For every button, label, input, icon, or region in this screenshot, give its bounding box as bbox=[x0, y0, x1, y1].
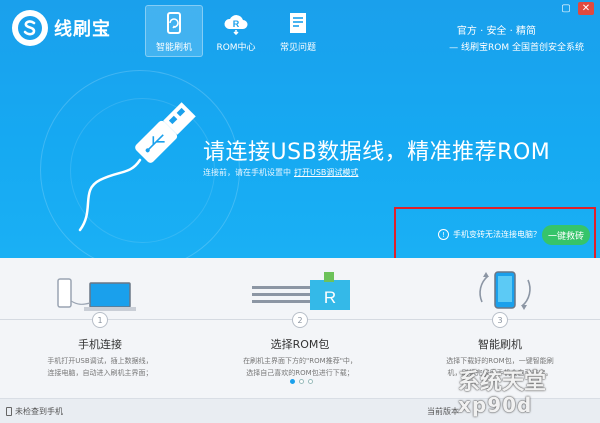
app-name: 线刷宝 bbox=[54, 19, 111, 40]
pagination-dot[interactable] bbox=[290, 379, 295, 384]
phone-laptop-icon bbox=[57, 278, 136, 311]
bricked-phone-help-link[interactable]: ! 手机变砖无法连接电脑？ bbox=[438, 229, 541, 240]
phone-icon bbox=[6, 407, 12, 416]
rom-package-icon: R bbox=[252, 272, 350, 310]
device-status: 未检查到手机 bbox=[6, 406, 63, 417]
pagination-dot[interactable] bbox=[308, 379, 313, 384]
phone-refresh-icon bbox=[479, 271, 531, 310]
official-link[interactable]: 官方 bbox=[457, 26, 477, 37]
step-title: 选择ROM包 bbox=[270, 338, 330, 351]
step-desc-line: 选择下载好的ROM包，一键智能刷 bbox=[446, 357, 554, 365]
hero-headline: 请连接USB数据线，精准推荐ROM bbox=[203, 140, 551, 165]
step-desc-line: 连接电脑，自动进入刷机主界面； bbox=[47, 369, 153, 377]
minimize-button[interactable]: ▢ bbox=[558, 2, 574, 15]
watermark-text: 系统天堂 bbox=[458, 370, 547, 395]
step-title: 手机连接 bbox=[78, 338, 122, 351]
slogan: — 线刷宝ROM 全国首创安全系统 bbox=[449, 43, 584, 53]
faq-document-icon bbox=[285, 10, 311, 36]
tab-label: ROM中心 bbox=[216, 42, 256, 53]
main-nav: 智能刷机 R ROM中心 常见问题 bbox=[145, 5, 327, 57]
top-links: 官方 · 安全 · 精简 bbox=[457, 22, 536, 37]
separator: · bbox=[480, 26, 484, 37]
tab-label: 常见问题 bbox=[279, 42, 316, 53]
tab-smart-flash[interactable]: 智能刷机 bbox=[145, 5, 203, 57]
info-icon: ! bbox=[438, 229, 449, 240]
version-label: 当前版本 bbox=[427, 407, 459, 416]
watermark-text: xp90d bbox=[458, 393, 533, 417]
pagination-dot[interactable] bbox=[299, 379, 304, 384]
smart-flash-icon bbox=[161, 10, 187, 36]
separator: · bbox=[509, 26, 513, 37]
carousel-pagination bbox=[290, 379, 313, 384]
step-desc-line: 手机打开USB调试，插上数据线， bbox=[47, 357, 153, 365]
hero-subline: 连接前，请在手机设置中 打开USB调试模式 bbox=[203, 167, 358, 178]
security-link[interactable]: 安全 bbox=[486, 26, 506, 37]
step-choose-rom: R 2 选择ROM包 在刷机主界面下方的"ROM推荐"中， 选择自己喜欢的ROM… bbox=[200, 258, 400, 398]
one-click-rescue-button[interactable]: 一键救砖 bbox=[542, 225, 590, 245]
watermark-logo: 系统天堂 xp90d bbox=[458, 372, 598, 420]
close-button[interactable]: ✕ bbox=[578, 2, 594, 15]
step-desc: 在刷机主界面下方的"ROM推荐"中， 选择自己喜欢的ROM包进行下载； bbox=[200, 355, 400, 379]
svg-text:R: R bbox=[233, 19, 240, 29]
step-desc-line: 在刷机主界面下方的"ROM推荐"中， bbox=[243, 357, 357, 365]
window-controls: ▢ ✕ bbox=[558, 2, 594, 15]
step-number: 1 bbox=[92, 312, 108, 328]
logo-icon bbox=[12, 10, 48, 46]
quality-link[interactable]: 精简 bbox=[516, 26, 536, 37]
tab-faq[interactable]: 常见问题 bbox=[269, 5, 327, 57]
tab-label: 智能刷机 bbox=[155, 42, 192, 53]
step-desc-line: 选择自己喜欢的ROM包进行下载； bbox=[246, 369, 354, 377]
subline-text: 连接前，请在手机设置中 bbox=[203, 168, 291, 177]
help-question: 手机变砖无法连接电脑？ bbox=[453, 230, 541, 239]
rom-cloud-icon: R bbox=[223, 10, 249, 36]
step-title: 智能刷机 bbox=[478, 338, 522, 351]
step-desc: 手机打开USB调试，插上数据线， 连接电脑，自动进入刷机主界面； bbox=[0, 355, 200, 379]
step-number: 2 bbox=[292, 312, 308, 328]
app-logo: 线刷宝 bbox=[12, 10, 111, 46]
step-number: 3 bbox=[492, 312, 508, 328]
usb-debug-link[interactable]: 打开USB调试模式 bbox=[294, 168, 358, 177]
rom-letter: R bbox=[324, 288, 336, 307]
device-status-text: 未检查到手机 bbox=[15, 407, 63, 416]
tab-rom-center[interactable]: R ROM中心 bbox=[207, 5, 265, 57]
step-connect-phone: 1 手机连接 手机打开USB调试，插上数据线， 连接电脑，自动进入刷机主界面； bbox=[0, 258, 200, 398]
